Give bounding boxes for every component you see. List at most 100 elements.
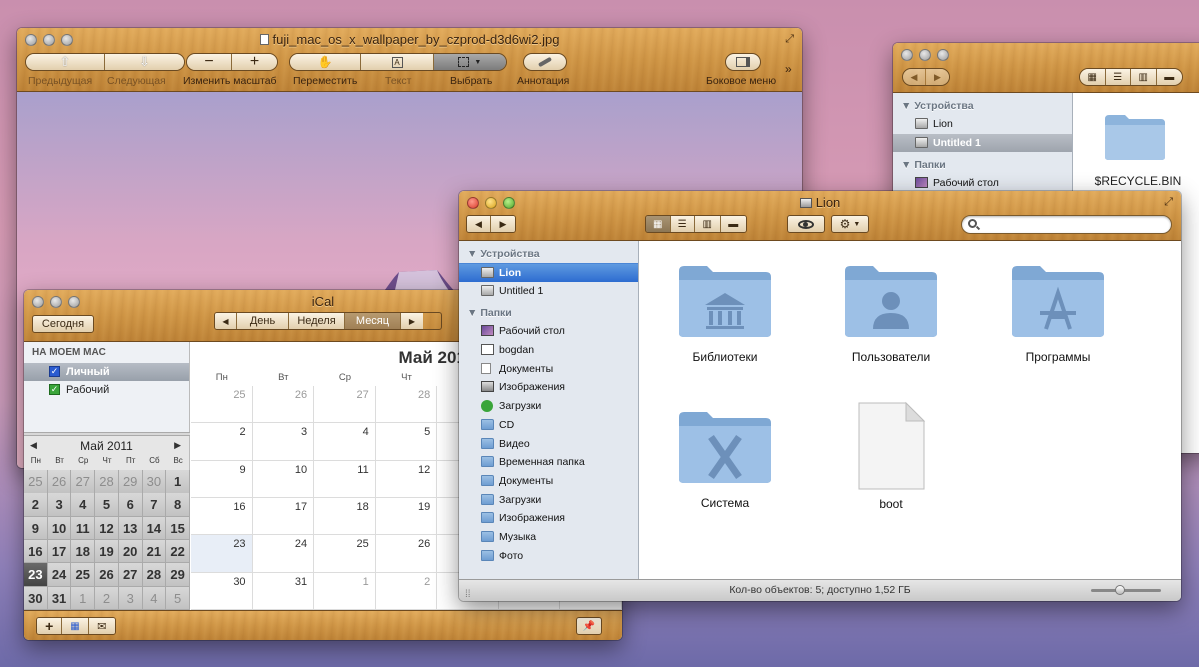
sidebar-item-place[interactable]: Фото — [459, 547, 638, 566]
resize-grip-icon[interactable]: ⁞⁞ — [465, 584, 471, 601]
tab-week[interactable]: Неделя — [289, 313, 345, 329]
coverflow-view-button[interactable]: ▬ — [720, 216, 746, 232]
icon-view-button[interactable]: ▦ — [646, 216, 671, 232]
mini-day-cell[interactable]: 9 — [24, 516, 48, 541]
sidebar-item-place[interactable]: Документы — [459, 360, 638, 379]
tab-month[interactable]: Месяц — [345, 313, 401, 329]
mini-day-cell[interactable]: 27 — [71, 470, 96, 494]
select-tool-button[interactable]: ▼ — [433, 54, 506, 70]
sidebar-item-lion[interactable]: Lion — [459, 263, 638, 282]
move-tool-button[interactable]: ✋ — [290, 54, 362, 70]
mini-day-cell[interactable]: 4 — [142, 586, 167, 610]
zoom-in-button[interactable]: + — [232, 54, 277, 70]
sidebar-item-place[interactable]: Загрузки — [459, 491, 638, 510]
folder-item-system[interactable]: Система — [650, 409, 800, 510]
minimize-button[interactable] — [919, 49, 931, 61]
calendar-day-cell[interactable]: 25 — [314, 535, 376, 573]
calendar-item-personal[interactable]: ✓ Личный — [24, 363, 189, 381]
calendar-day-cell[interactable]: 24 — [252, 535, 315, 573]
mini-day-cell[interactable]: 15 — [166, 516, 190, 541]
sidebar-item-place[interactable]: Загрузки — [459, 397, 638, 416]
pin-button[interactable]: 📌 — [576, 617, 602, 635]
today-button[interactable]: Сегодня — [32, 315, 94, 333]
calendar-day-cell[interactable]: 10 — [252, 460, 315, 498]
mini-day-cell[interactable]: 8 — [166, 493, 190, 517]
mini-day-cell[interactable]: 19 — [95, 539, 119, 564]
mini-day-cell[interactable]: 16 — [24, 539, 48, 564]
list-view-button[interactable]: ☰ — [670, 216, 696, 232]
calendar-day-cell[interactable]: 5 — [375, 423, 438, 461]
mini-day-cell[interactable]: 25 — [24, 470, 48, 494]
file-label[interactable]: $RECYCLE.BIN — [1083, 174, 1193, 188]
icon-size-slider[interactable] — [1091, 585, 1161, 595]
calendar-day-cell[interactable]: 26 — [252, 386, 315, 424]
next-period-button[interactable]: ▶ — [401, 313, 423, 329]
mini-day-cell[interactable]: 20 — [118, 539, 143, 564]
mini-day-cell[interactable]: 29 — [166, 563, 190, 587]
checkbox-checked-icon[interactable]: ✓ — [49, 366, 60, 377]
forward-button[interactable]: ▶ — [491, 216, 515, 232]
list-view-button[interactable]: ☰ — [1105, 69, 1131, 85]
fullscreen-icon[interactable]: ⤢ — [1164, 196, 1173, 209]
slider-knob[interactable] — [1115, 585, 1125, 595]
mini-day-cell[interactable]: 14 — [142, 516, 167, 541]
tab-day[interactable]: День — [237, 313, 289, 329]
sidebar-item-untitled[interactable]: Untitled 1 — [459, 282, 638, 301]
mini-next-button[interactable]: ▶ — [174, 440, 181, 451]
calendar-day-cell[interactable]: 1 — [314, 572, 376, 610]
mini-day-cell[interactable]: 27 — [118, 563, 143, 587]
calendar-day-cell[interactable]: 2 — [375, 572, 438, 610]
coverflow-view-button[interactable]: ▬ — [1156, 69, 1182, 85]
mini-day-cell[interactable]: 18 — [71, 539, 96, 564]
back-button[interactable]: ◀ — [467, 216, 492, 232]
fullscreen-icon[interactable]: ⤢ — [785, 33, 794, 46]
mini-day-cell[interactable]: 1 — [166, 470, 190, 494]
calendar-day-cell[interactable]: 4 — [314, 423, 376, 461]
checkbox-checked-icon[interactable]: ✓ — [49, 384, 60, 395]
folder-item-library[interactable]: Библиотеки — [650, 263, 800, 364]
calendar-day-cell[interactable]: 19 — [375, 498, 438, 536]
column-view-button[interactable]: ▥ — [695, 216, 721, 232]
prev-button[interactable]: ⇧ — [26, 54, 105, 70]
quicklook-button[interactable] — [787, 215, 825, 233]
calendar-day-cell[interactable]: 3 — [252, 423, 315, 461]
mini-day-cell[interactable]: 11 — [71, 516, 96, 541]
mini-day-cell[interactable]: 28 — [95, 470, 119, 494]
mini-day-cell[interactable]: 30 — [24, 586, 48, 610]
calendar-day-cell[interactable]: 25 — [191, 386, 253, 424]
sidebar-item-lion[interactable]: Lion — [893, 115, 1072, 134]
calendar-day-cell[interactable]: 2 — [191, 423, 253, 461]
sidebar-item-place[interactable]: CD — [459, 416, 638, 435]
sidebar-item-place[interactable]: Видео — [459, 435, 638, 454]
mini-day-cell[interactable]: 26 — [95, 563, 119, 587]
mini-day-cell[interactable]: 22 — [166, 539, 190, 564]
mini-day-cell[interactable]: 2 — [24, 493, 48, 517]
mini-day-cell[interactable]: 12 — [95, 516, 119, 541]
mini-day-cell[interactable]: 3 — [47, 493, 72, 517]
search-input[interactable] — [982, 218, 1162, 232]
mini-day-cell[interactable]: 3 — [118, 586, 143, 610]
mini-day-cell[interactable]: 23 — [24, 563, 48, 587]
mini-day-cell[interactable]: 5 — [95, 493, 119, 517]
calendar-day-cell[interactable]: 17 — [252, 498, 315, 536]
mini-day-cell[interactable]: 2 — [95, 586, 119, 610]
mini-day-cell[interactable]: 17 — [47, 539, 72, 564]
calendar-day-cell[interactable]: 18 — [314, 498, 376, 536]
mini-day-cell[interactable]: 7 — [142, 493, 167, 517]
mini-day-cell[interactable]: 5 — [166, 586, 190, 610]
calendar-day-cell[interactable]: 28 — [375, 386, 438, 424]
close-button[interactable] — [901, 49, 913, 61]
mini-day-cell[interactable]: 30 — [142, 470, 167, 494]
mail-button[interactable]: ✉ — [88, 618, 115, 634]
mini-day-cell[interactable]: 26 — [47, 470, 72, 494]
prev-period-button[interactable]: ◀ — [215, 313, 237, 329]
calendar-day-cell[interactable]: 16 — [191, 498, 253, 536]
mini-day-cell[interactable]: 25 — [71, 563, 96, 587]
calendar-day-cell[interactable]: 31 — [252, 572, 315, 610]
search-field[interactable] — [961, 215, 1172, 234]
sidebar-item-place[interactable]: Временная папка — [459, 453, 638, 472]
mini-day-cell[interactable]: 10 — [47, 516, 72, 541]
mini-day-cell[interactable]: 31 — [47, 586, 72, 610]
mini-day-cell[interactable]: 1 — [71, 586, 96, 610]
folder-item-users[interactable]: Пользователи — [816, 263, 966, 364]
